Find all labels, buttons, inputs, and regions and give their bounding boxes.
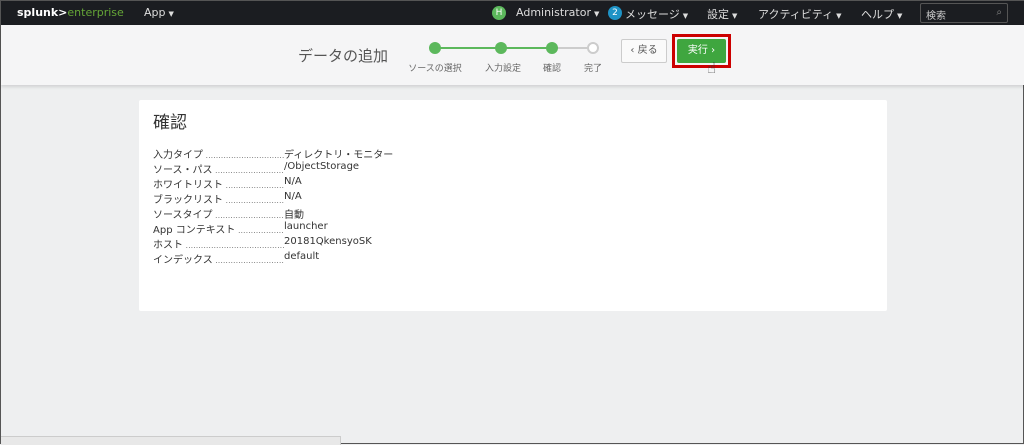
messages-menu[interactable]: メッセージ ▼ [625,6,688,22]
user-label: Administrator [516,6,591,19]
review-value: default [284,251,320,262]
logo-text: splunk> [17,6,68,19]
settings-label: 設定 [707,8,729,21]
splunk-logo[interactable]: splunk>enterprise [17,6,124,19]
caret-down-icon: ▼ [682,12,689,20]
caret-down-icon: ▼ [836,12,842,20]
step-label: 完了 [583,64,603,74]
review-value: /ObjectStorage [284,161,360,172]
review-value: N/A [284,191,302,202]
search-input[interactable]: 検索 ⌕ [920,3,1008,23]
search-icon: ⌕ [996,7,1002,18]
messages-label: メッセージ [625,8,680,21]
review-value: 自動 [284,210,304,221]
review-key: ソース・パス [153,161,284,176]
activity-menu[interactable]: アクティビティ ▼ [758,6,842,22]
review-value: ディレクトリ・モニター [284,150,394,161]
activity-label: アクティビティ [758,8,834,21]
app-label: App [144,6,166,19]
review-row: 入力タイプディレクトリ・モニター [153,146,393,161]
help-menu[interactable]: ヘルプ ▼ [861,6,902,22]
caret-down-icon: ▼ [732,12,738,20]
back-button[interactable]: ‹ 戻る [621,39,667,63]
caret-down-icon: ▼ [594,10,600,18]
step-label: 確認 [542,64,562,74]
review-value: N/A [284,176,302,187]
review-key: ホワイトリスト [153,176,284,191]
step-dot-pending [587,42,599,54]
review-row: ソース・パス/ObjectStorage [153,161,393,176]
review-key: 入力タイプ [153,146,284,161]
caret-down-icon: ▼ [897,12,903,20]
wizard-header: データの追加 ソースの選択 入力設定 確認 完了 ‹ 戻る 実行 › ☝ [1,25,1024,85]
review-key: App コンテキスト [153,221,284,236]
card-title: 確認 [153,113,187,133]
search-placeholder: 検索 [926,11,946,22]
step-dot-done [429,42,441,54]
settings-menu[interactable]: 設定 ▼ [707,6,737,22]
page-title: データの追加 [298,47,389,65]
submit-button[interactable]: 実行 › [677,39,726,63]
review-row: ホワイトリストN/A [153,176,393,191]
review-value: launcher [284,221,328,232]
message-count-badge: 2 [608,6,622,20]
avatar: H [492,6,506,20]
caret-down-icon: ▼ [168,10,174,18]
review-row: インデックスdefault [153,251,393,266]
review-row: ソースタイプ自動 [153,206,393,221]
top-nav: splunk>enterprise App ▼ H Administrator ▼ … [1,1,1024,25]
review-value: 20181QkensyoSK [284,236,372,247]
review-key: インデックス [153,251,284,266]
logo-text-enterprise: enterprise [67,6,124,19]
review-row: ホスト20181QkensyoSK [153,236,393,251]
user-menu[interactable]: Administrator ▼ [516,6,599,19]
review-card: 確認 入力タイプディレクトリ・モニターソース・パス/ObjectStorageホ… [139,100,887,311]
progress-line-done [435,47,552,49]
review-row: ブラックリストN/A [153,191,393,206]
help-label: ヘルプ [861,8,894,21]
step-dot-done [495,42,507,54]
review-list: 入力タイプディレクトリ・モニターソース・パス/ObjectStorageホワイト… [153,146,393,266]
review-key: ブラックリスト [153,191,284,206]
step-label: 入力設定 [484,64,522,74]
review-row: App コンテキストlauncher [153,221,393,236]
review-key: ホスト [153,236,284,251]
hand-cursor-icon: ☝ [707,59,717,77]
review-key: ソースタイプ [153,206,284,221]
step-dot-current [546,42,558,54]
app-menu[interactable]: App ▼ [144,6,174,19]
step-label: ソースの選択 [408,64,462,74]
